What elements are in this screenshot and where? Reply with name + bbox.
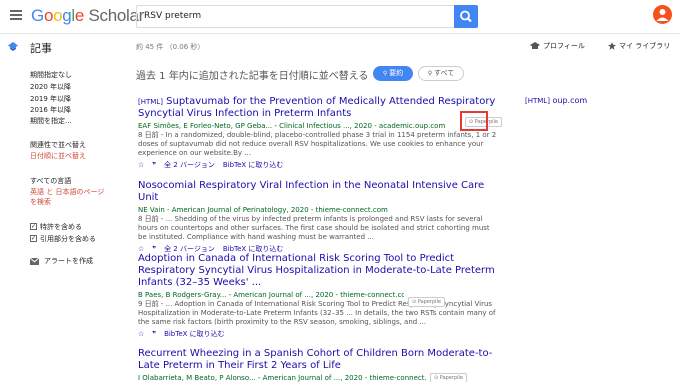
result-title[interactable]: Adoption in Canada of International Risk… bbox=[138, 253, 498, 289]
include-citations-label: 引用部分を含める bbox=[40, 235, 96, 243]
google-scholar-logo[interactable]: Google Scholar bbox=[31, 6, 144, 26]
save-star-icon[interactable]: ☆ bbox=[138, 330, 144, 338]
all-label: すべて bbox=[434, 69, 455, 77]
result-item: Adoption in Canada of International Risk… bbox=[138, 253, 498, 339]
result-title-text: Suptavumab for the Prevention of Medical… bbox=[138, 96, 496, 119]
result-snippet: 8 日前 - ... Shedding of the virus by infe… bbox=[138, 215, 490, 241]
lang-search[interactable]: を検索 bbox=[30, 197, 51, 207]
side-result-domain: oup.com bbox=[552, 96, 588, 105]
avatar[interactable] bbox=[653, 5, 672, 24]
cite-icon[interactable]: ❞ bbox=[152, 161, 156, 169]
date-filter-custom[interactable]: 期間を指定... bbox=[30, 116, 72, 126]
include-patents-label: 特許を含める bbox=[40, 223, 82, 231]
result-authors: B Paes, B Rodgers-Gray... - American Jou… bbox=[138, 291, 404, 299]
versions-link[interactable]: 全 2 バージョン bbox=[164, 245, 215, 253]
profile-label: プロフィール bbox=[543, 42, 585, 50]
bibtex-link[interactable]: BibTeX に取り込む bbox=[164, 330, 225, 338]
result-authors: NE Vain - American Journal of Perinatolo… bbox=[138, 206, 388, 214]
sort-banner: 過去 1 年内に追加された記事を日付順に並べ替える bbox=[136, 71, 369, 82]
result-title[interactable]: Recurrent Wheezing in a Spanish Cohort o… bbox=[138, 348, 498, 372]
bibtex-link[interactable]: BibTeX に取り込む bbox=[223, 161, 284, 169]
profile-icon bbox=[530, 42, 540, 49]
my-library-label: マイ ライブラリ bbox=[619, 42, 671, 50]
result-item: [HTML] Suptavumab for the Prevention of … bbox=[138, 96, 498, 170]
result-actions: ☆ ❞ BibTeX に取り込む bbox=[138, 329, 498, 339]
date-filter-any[interactable]: 期間指定なし bbox=[30, 70, 72, 80]
create-alert-label: アラートを作成 bbox=[44, 257, 93, 265]
result-authors: I Olabarrieta, M Beato, P Alonso... - Am… bbox=[138, 374, 426, 382]
create-alert-link[interactable]: アラートを作成 bbox=[29, 256, 93, 266]
date-filter-2016[interactable]: 2016 年以降 bbox=[30, 105, 71, 115]
search-button[interactable] bbox=[454, 5, 478, 28]
summary-toggle-button[interactable]: ⚲ 要約 bbox=[373, 66, 413, 81]
side-result-tag: [HTML] bbox=[525, 97, 550, 105]
result-authors: EAF Simões, E Forleo-Neto, GP Geba... - … bbox=[138, 122, 446, 130]
paperpile-button[interactable]: ⊙ Paperpile bbox=[430, 373, 467, 382]
cite-icon[interactable]: ❞ bbox=[152, 330, 156, 338]
include-patents-option[interactable]: ✓ 特許を含める bbox=[30, 222, 82, 232]
result-title[interactable]: [HTML] Suptavumab for the Prevention of … bbox=[138, 96, 498, 120]
menu-icon[interactable] bbox=[10, 10, 22, 20]
date-filter-2019[interactable]: 2019 年以降 bbox=[30, 94, 71, 104]
result-item: Nosocomial Respiratory Viral Infection i… bbox=[138, 180, 498, 254]
bibtex-link[interactable]: BibTeX に取り込む bbox=[223, 245, 284, 253]
result-type-tag: [HTML] bbox=[138, 98, 163, 106]
user-icon bbox=[656, 9, 669, 21]
top-bar: Google Scholar RSV preterm bbox=[0, 0, 680, 34]
save-star-icon[interactable]: ☆ bbox=[138, 245, 144, 253]
lang-en-ja[interactable]: 英語 と 日本語のページ bbox=[30, 187, 104, 197]
result-actions: ☆ ❞ 全 2 バージョン BibTeX に取り込む bbox=[138, 160, 498, 170]
result-count: 約 45 件 （0.06 秒） bbox=[136, 43, 205, 51]
side-result-link[interactable]: [HTML] oup.com bbox=[525, 96, 587, 105]
paperpile-button[interactable]: ⊙ Paperpile bbox=[408, 297, 445, 307]
sort-date[interactable]: 日付順に並べ替え bbox=[30, 151, 86, 161]
result-title[interactable]: Nosocomial Respiratory Viral Infection i… bbox=[138, 180, 498, 204]
cite-icon[interactable]: ❞ bbox=[152, 245, 156, 253]
paperpile-label: Paperpile bbox=[439, 375, 463, 381]
search-input[interactable]: RSV preterm bbox=[136, 5, 454, 28]
include-citations-checkbox[interactable]: ✓ bbox=[30, 234, 37, 242]
include-patents-checkbox[interactable]: ✓ bbox=[30, 222, 37, 230]
lang-all[interactable]: すべての言語 bbox=[30, 176, 71, 186]
star-icon bbox=[608, 42, 616, 50]
profile-link[interactable]: プロフィール bbox=[530, 41, 585, 51]
sort-relevance[interactable]: 関連性で並べ替え bbox=[30, 140, 86, 150]
logo-google: Google bbox=[31, 6, 85, 25]
section-title: 記事 bbox=[30, 42, 52, 55]
mail-icon bbox=[29, 257, 40, 265]
all-toggle-button[interactable]: ⚲ すべて bbox=[418, 66, 464, 81]
my-library-link[interactable]: マイ ライブラリ bbox=[608, 41, 670, 51]
versions-link[interactable]: 全 2 バージョン bbox=[164, 161, 215, 169]
search-icon bbox=[460, 10, 472, 23]
save-star-icon[interactable]: ☆ bbox=[138, 161, 144, 169]
include-citations-option[interactable]: ✓ 引用部分を含める bbox=[30, 234, 96, 244]
highlight-box bbox=[460, 111, 488, 131]
summary-label: 要約 bbox=[389, 69, 404, 77]
date-filter-2020[interactable]: 2020 年以降 bbox=[30, 82, 71, 92]
graduation-cap-icon bbox=[8, 41, 18, 51]
result-snippet: 8 日前 - In a randomized, double-blind, pl… bbox=[138, 131, 497, 157]
paperpile-label: Paperpile bbox=[417, 299, 441, 305]
